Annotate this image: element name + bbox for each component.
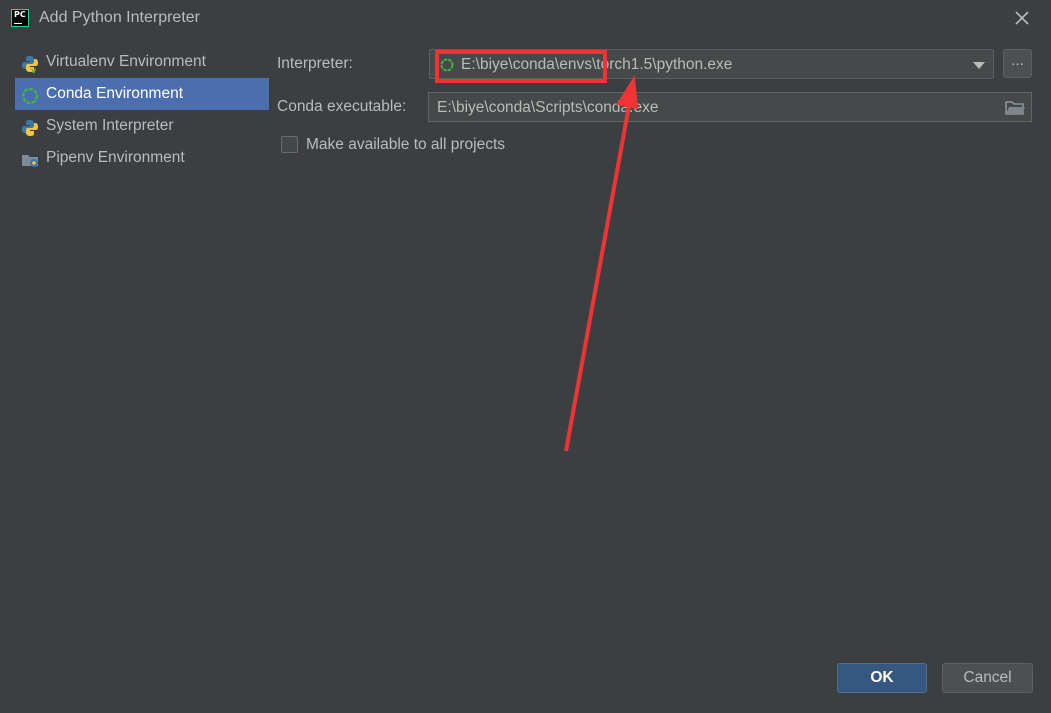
- sidebar-item-label: Virtualenv Environment: [46, 53, 206, 70]
- folder-icon[interactable]: [1005, 100, 1025, 116]
- close-icon[interactable]: [1012, 8, 1032, 28]
- python-icon: [21, 117, 39, 136]
- dialog-title: Add Python Interpreter: [39, 9, 200, 26]
- sidebar-item-label: Pipenv Environment: [46, 149, 185, 166]
- cancel-button[interactable]: Cancel: [942, 663, 1033, 693]
- sidebar-item-label: Conda Environment: [46, 85, 183, 102]
- pycharm-icon: PC: [11, 9, 29, 27]
- pipenv-icon: [21, 149, 39, 167]
- ok-button[interactable]: OK: [837, 663, 927, 693]
- make-available-checkbox[interactable]: [281, 136, 298, 153]
- conda-executable-label: Conda executable:: [277, 98, 407, 115]
- make-available-label[interactable]: Make available to all projects: [306, 136, 505, 154]
- svg-text:v: v: [31, 66, 37, 73]
- python-venv-icon: v: [21, 53, 39, 75]
- browse-button[interactable]: ...: [1003, 49, 1032, 78]
- sidebar-item-system-interpreter[interactable]: System Interpreter: [15, 110, 269, 142]
- title-bar: PC Add Python Interpreter: [0, 0, 1051, 36]
- conda-icon: [21, 85, 39, 105]
- interpreter-label: Interpreter:: [277, 55, 353, 72]
- sidebar-item-virtualenv[interactable]: v Virtualenv Environment: [15, 46, 269, 78]
- sidebar-item-pipenv[interactable]: Pipenv Environment: [15, 142, 269, 174]
- environment-list: v Virtualenv Environment Conda Environme…: [15, 46, 269, 174]
- sidebar-item-conda[interactable]: Conda Environment: [15, 78, 269, 110]
- chevron-down-icon[interactable]: [973, 62, 985, 69]
- conda-executable-path: E:\biye\conda\Scripts\conda.exe: [437, 99, 659, 116]
- conda-executable-field[interactable]: E:\biye\conda\Scripts\conda.exe: [428, 92, 1032, 122]
- sidebar-item-label: System Interpreter: [46, 117, 174, 134]
- annotation-highlight-box: [435, 50, 607, 83]
